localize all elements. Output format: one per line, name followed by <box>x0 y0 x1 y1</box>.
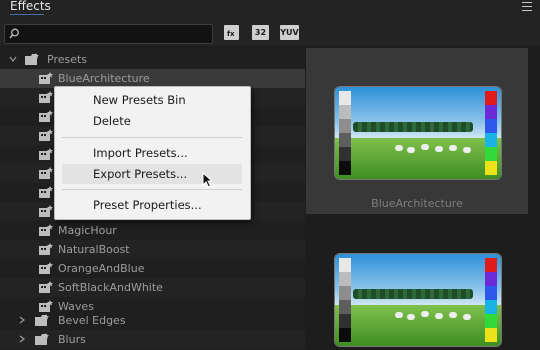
active-tab-indicator <box>10 14 44 15</box>
bin-folder-icon <box>35 314 49 326</box>
accelerated-effects-icon[interactable]: fx <box>224 25 239 40</box>
preset-icon <box>39 129 53 141</box>
preset-preview-thumbnail[interactable] <box>334 253 502 347</box>
32bit-color-toggle[interactable]: 32 <box>252 25 269 40</box>
yuv-effects-toggle[interactable]: YUV <box>280 25 299 40</box>
menu-item-export-presets[interactable]: Export Presets... <box>62 164 242 184</box>
presets-folder-icon <box>25 53 39 65</box>
preset-label: OrangeAndBlue <box>58 262 145 275</box>
preset-icon <box>39 91 53 103</box>
preset-preview-pane: BlueArchitecture <box>306 48 540 350</box>
search-icon <box>9 28 19 39</box>
chevron-right-icon[interactable] <box>18 335 26 343</box>
folder-row-blurs[interactable]: Blurs <box>0 330 305 349</box>
folder-row-presets[interactable]: Presets <box>0 50 305 69</box>
preset-label: MagicHour <box>58 224 117 237</box>
menu-item-import-presets[interactable]: Import Presets... <box>62 143 242 163</box>
preset-icon <box>39 224 53 236</box>
svg-text:fx: fx <box>227 30 235 38</box>
preset-label: SoftBlackAndWhite <box>58 281 163 294</box>
search-input[interactable] <box>4 24 213 44</box>
menu-separator <box>62 189 242 190</box>
preset-row[interactable]: OrangeAndBlue <box>0 259 305 278</box>
preset-icon <box>39 167 53 179</box>
menu-separator <box>62 137 242 138</box>
context-menu: New Presets Bin Delete Import Presets...… <box>54 86 251 220</box>
folder-label-blurs: Blurs <box>58 333 86 346</box>
menu-item-preset-properties[interactable]: Preset Properties... <box>62 195 242 215</box>
menu-item-delete[interactable]: Delete <box>62 111 242 131</box>
panel-menu-icon[interactable] <box>522 2 532 11</box>
mouse-cursor-icon <box>202 172 214 188</box>
preset-icon <box>39 110 53 122</box>
preset-icon <box>39 262 53 274</box>
panel-header: Effects <box>0 0 540 16</box>
folder-row-bevel-edges[interactable]: Bevel Edges <box>0 311 305 330</box>
preset-icon <box>39 243 53 255</box>
preset-icon <box>39 186 53 198</box>
preset-label: NaturalBoost <box>58 243 130 256</box>
preset-icon <box>39 148 53 160</box>
bin-folder-icon <box>35 333 49 345</box>
preset-icon <box>39 281 53 293</box>
preset-icon <box>39 205 53 217</box>
preset-row[interactable]: NaturalBoost <box>0 240 305 259</box>
preset-row[interactable]: SoftBlackAndWhite <box>0 278 305 297</box>
folder-label-bevel-edges: Bevel Edges <box>58 314 126 327</box>
chevron-right-icon[interactable] <box>18 316 26 324</box>
preset-icon <box>39 72 53 84</box>
menu-item-new-presets-bin[interactable]: New Presets Bin <box>62 90 242 110</box>
preview-label: BlueArchitecture <box>371 197 463 210</box>
preset-preview-thumbnail[interactable] <box>334 86 502 180</box>
panel-title[interactable]: Effects <box>10 0 51 13</box>
chevron-down-icon[interactable] <box>9 55 17 63</box>
preset-row[interactable]: MagicHour <box>0 221 305 240</box>
folder-label-presets: Presets <box>47 53 88 66</box>
